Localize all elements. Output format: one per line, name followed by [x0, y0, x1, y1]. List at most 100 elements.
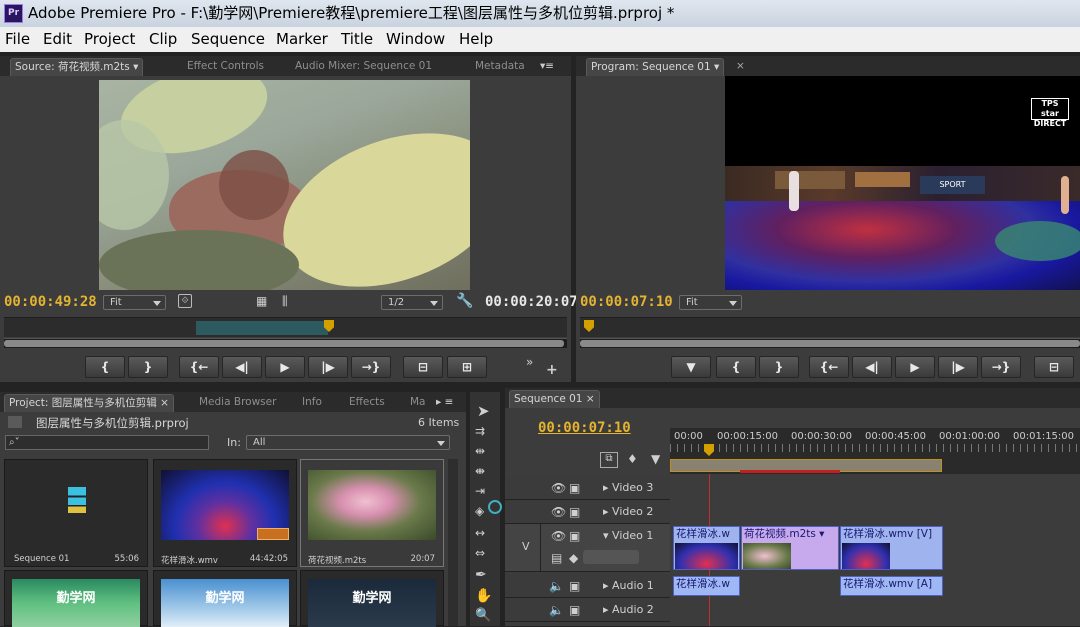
eye-icon[interactable]: 👁 — [551, 529, 566, 543]
eye-icon[interactable]: 👁 — [551, 481, 566, 495]
tab-sequence-01[interactable]: Sequence 01 × — [509, 390, 600, 408]
menu-title[interactable]: Title — [341, 27, 373, 52]
goto-in-button[interactable]: {← — [179, 356, 219, 378]
program-mark-in-button[interactable]: { — [716, 356, 756, 378]
program-time-ruler[interactable] — [580, 317, 1080, 337]
program-goto-in-button[interactable]: {← — [809, 356, 849, 378]
menu-sequence[interactable]: Sequence — [191, 27, 265, 52]
eye-icon[interactable]: 👁 — [551, 505, 566, 519]
lock-icon[interactable]: ▣ — [569, 603, 580, 617]
more-buttons-icon[interactable]: » — [526, 355, 533, 369]
program-step-back-button[interactable]: ◀| — [852, 356, 892, 378]
track-video-1[interactable]: V 👁 ▣ ▾ Video 1 ▤ ◆ — [505, 524, 670, 572]
tab-metadata[interactable]: Metadata — [471, 58, 529, 76]
source-zoom-select[interactable]: Fit — [103, 295, 166, 310]
menu-clip[interactable]: Clip — [149, 27, 177, 52]
speaker-icon[interactable]: 🔈 — [549, 603, 564, 617]
lock-icon[interactable]: ▣ — [569, 505, 580, 519]
track-video-2[interactable]: 👁 ▣ ▸ Video 2 — [505, 500, 670, 524]
track-audio-2[interactable]: 🔈 ▣ ▸ Audio 2 — [505, 598, 670, 622]
video-clip[interactable]: 花样滑冰.w — [673, 526, 740, 570]
project-search-input[interactable]: ⌕˅ — [5, 435, 209, 450]
rate-stretch-tool-icon[interactable]: ⇥ — [475, 484, 485, 498]
film-icon[interactable]: ▦ — [256, 294, 267, 308]
source-time-ruler[interactable] — [4, 317, 567, 337]
timeline-playhead[interactable] — [704, 444, 714, 456]
tab-project[interactable]: Project: 图层属性与多机位剪辑 × — [4, 394, 174, 412]
razor-tool-icon[interactable]: ◈ — [475, 504, 484, 518]
project-item-lotus[interactable]: 荷花视频.m2ts 20:07 — [300, 459, 444, 567]
source-current-timecode[interactable]: 00:00:49:28 — [4, 294, 97, 310]
program-zoom-select[interactable]: Fit — [679, 295, 742, 310]
timeline-timecode[interactable]: 00:00:07:10 — [538, 420, 631, 436]
source-zoom-bar[interactable] — [4, 338, 567, 348]
project-panel-menu-icon[interactable]: ▸ ≡ — [432, 394, 457, 412]
program-mark-out-button[interactable]: } — [759, 356, 799, 378]
program-playhead[interactable] — [584, 320, 594, 332]
project-item-sequence[interactable]: Sequence 01 55:06 — [4, 459, 148, 567]
tab-info[interactable]: Info — [298, 394, 326, 412]
tab-ma[interactable]: Ma — [406, 394, 430, 412]
mark-in-button[interactable]: { — [85, 356, 125, 378]
menu-help[interactable]: Help — [459, 27, 493, 52]
track-select-tool-icon[interactable]: ⇉ — [475, 424, 485, 438]
slip-tool-icon[interactable]: ↔ — [475, 526, 485, 540]
add-marker-icon[interactable]: ▼ — [651, 452, 660, 466]
timeline-ruler[interactable]: 00:00 00:00:15:00 00:00:30:00 00:00:45:0… — [670, 428, 1080, 474]
lock-icon[interactable]: ▣ — [569, 529, 580, 543]
add-marker-button[interactable]: ▼ — [671, 356, 711, 378]
source-track-target[interactable]: V — [522, 540, 530, 553]
in-select[interactable]: All — [246, 435, 450, 450]
program-play-button[interactable]: ▶ — [895, 356, 935, 378]
keyframe-icon[interactable]: ◆ — [569, 551, 578, 565]
lock-icon[interactable]: ▣ — [569, 481, 580, 495]
program-goto-out-button[interactable]: →} — [981, 356, 1021, 378]
rolling-edit-tool-icon[interactable]: ⇼ — [475, 464, 485, 478]
menu-project[interactable]: Project — [84, 27, 135, 52]
tab-effects[interactable]: Effects — [345, 394, 389, 412]
goto-out-button[interactable]: →} — [351, 356, 391, 378]
menu-window[interactable]: Window — [386, 27, 445, 52]
overwrite-button[interactable]: ⊞ — [447, 356, 487, 378]
project-item-qinxue-1[interactable]: 勤学网 — [4, 570, 148, 627]
panel-menu-icon[interactable]: ▾≡ — [536, 58, 558, 76]
project-item-qinxue-2[interactable]: 勤学网 — [153, 570, 297, 627]
selection-tool-icon[interactable]: ➤ — [477, 402, 490, 420]
wrench-icon[interactable]: 🔧 — [456, 293, 473, 309]
zoom-tool-icon[interactable]: 🔍 — [475, 608, 491, 623]
tab-program[interactable]: Program: Sequence 01 ▾ — [586, 58, 725, 76]
snap-icon[interactable]: ⧉ — [600, 452, 618, 468]
mark-out-button[interactable]: } — [128, 356, 168, 378]
close-tab-icon[interactable]: × — [732, 58, 749, 76]
menu-edit[interactable]: Edit — [43, 27, 72, 52]
play-button[interactable]: ▶ — [265, 356, 305, 378]
menu-marker[interactable]: Marker — [276, 27, 328, 52]
insert-button[interactable]: ⊟ — [403, 356, 443, 378]
video-clip[interactable]: 花样滑冰.wmv [V] — [840, 526, 943, 570]
slide-tool-icon[interactable]: ⇔ — [475, 546, 485, 560]
add-button-icon[interactable]: + — [546, 362, 558, 378]
step-back-button[interactable]: ◀| — [222, 356, 262, 378]
audio-wave-icon[interactable]: ⫼ — [282, 294, 288, 309]
project-item-skating[interactable]: 花样滑冰.wmv 44:42:05 — [153, 459, 297, 567]
display-style-icon[interactable]: ▤ — [551, 551, 562, 565]
drag-video-icon[interactable]: ⟐ — [178, 294, 192, 308]
marker-icon[interactable]: ♦ — [627, 452, 638, 466]
video-clip[interactable]: 荷花视频.m2ts ▾ — [741, 526, 839, 570]
menu-file[interactable]: File — [5, 27, 30, 52]
keyframe-nav[interactable] — [583, 550, 639, 564]
audio-clip[interactable]: 花样滑冰.w — [673, 576, 740, 596]
program-zoom-bar[interactable] — [580, 338, 1080, 348]
step-forward-button[interactable]: |▶ — [308, 356, 348, 378]
hand-tool-icon[interactable]: ✋ — [475, 588, 492, 604]
ripple-edit-tool-icon[interactable]: ⇹ — [475, 444, 485, 458]
source-resolution-select[interactable]: 1/2 — [381, 295, 443, 310]
lock-icon[interactable]: ▣ — [569, 579, 580, 593]
tab-source[interactable]: Source: 荷花视频.m2ts ▾ — [10, 58, 144, 76]
audio-clip[interactable]: 花样滑冰.wmv [A] — [840, 576, 943, 596]
speaker-icon[interactable]: 🔈 — [549, 579, 564, 593]
program-timecode[interactable]: 00:00:07:10 — [580, 294, 673, 310]
tab-media-browser[interactable]: Media Browser — [195, 394, 280, 412]
program-step-forward-button[interactable]: |▶ — [938, 356, 978, 378]
track-video-3[interactable]: 👁 ▣ ▸ Video 3 — [505, 476, 670, 500]
